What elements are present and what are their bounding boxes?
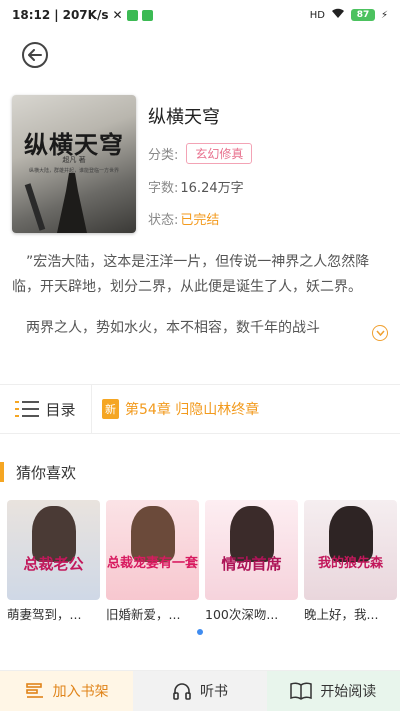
bottom-action-bar: 加入书架 听书 开始阅读 — [0, 670, 400, 711]
wifi-icon — [331, 8, 345, 22]
network-speed: 207K/s — [62, 8, 109, 22]
cover-figure — [32, 506, 76, 562]
recommend-name: 100次深吻... — [205, 607, 279, 622]
words-value: 16.24万字 — [180, 181, 244, 196]
bookshelf-add-icon — [25, 683, 43, 698]
toc-label: 目录 — [45, 400, 76, 419]
signal-icon: HD — [309, 9, 325, 21]
category-tag[interactable]: 玄幻修真 — [186, 143, 253, 164]
words-label: 字数: — [148, 181, 179, 196]
recommend-item[interactable]: 情动首席 100次深吻... — [205, 500, 298, 623]
recommend-cover-title: 总裁宠妻有一套 — [106, 556, 198, 571]
section-accent-bar — [0, 462, 4, 482]
book-description: ”宏浩大陆，这本是汪洋一片，但传说一神界之人忽然降临，开天辟地，划分二界，从此便… — [12, 250, 388, 341]
expand-description-button[interactable] — [372, 325, 388, 341]
cover-sword — [24, 183, 46, 231]
open-book-icon — [290, 682, 313, 700]
new-badge: 新 — [102, 399, 119, 419]
recommend-list: 总裁老公 萌妻驾到，... 总裁宠妻有一套 旧婚新爱，... 情动首席 100次… — [7, 500, 397, 623]
recommend-name: 旧婚新爱，... — [106, 607, 181, 622]
cover-figure — [131, 506, 175, 562]
chapter-row: 目录 新 第54章 归隐山林终章 — [0, 384, 400, 434]
headphones-icon — [173, 683, 191, 700]
start-reading-label: 开始阅读 — [320, 684, 377, 700]
cover-subtitle: 纵横大陆，群雄并起，谁能登临一方世界 — [28, 168, 119, 174]
carousel-indicator — [197, 629, 203, 635]
recommend-cover: 情动首席 — [205, 500, 298, 600]
recommend-cover-title: 情动首席 — [221, 555, 282, 573]
toc-button[interactable]: 目录 — [0, 385, 92, 433]
status-right: HD 87 ⚡ — [310, 8, 388, 22]
listen-label: 听书 — [199, 684, 228, 700]
status-time: 18:12 — [12, 8, 51, 22]
add-to-shelf-button[interactable]: 加入书架 — [0, 671, 134, 711]
book-title: 纵横天穹 — [148, 107, 220, 128]
recommend-item[interactable]: 总裁宠妻有一套 旧婚新爱，... — [106, 500, 199, 623]
recommend-cover-title: 总裁老公 — [23, 555, 84, 573]
latest-chapter[interactable]: 新 第54章 归隐山林终章 — [92, 399, 259, 419]
recommend-name: 萌妻驾到，... — [7, 607, 82, 622]
recommend-cover: 总裁宠妻有一套 — [106, 500, 199, 600]
status-left: 18:12 | 207K/s ✕ — [12, 8, 153, 22]
status-value: 已完结 — [180, 213, 220, 228]
status-label: 状态: — [148, 213, 179, 228]
app-notification-icon-2 — [141, 9, 153, 21]
app-notification-icon — [126, 9, 138, 21]
book-cover[interactable]: 纵横天穹 超凡 著 纵横大陆，群雄并起，谁能登临一方世界 — [12, 95, 136, 233]
category-label: 分类: — [148, 148, 179, 163]
mute-icon: ✕ — [112, 8, 123, 22]
latest-chapter-title: 第54章 归隐山林终章 — [125, 402, 260, 418]
back-arrow-icon — [28, 49, 42, 61]
cover-figure — [230, 506, 274, 562]
recommend-cover: 我的狼先森 — [304, 500, 397, 600]
list-icon — [15, 401, 40, 417]
add-to-shelf-label: 加入书架 — [52, 684, 109, 700]
cover-figure — [57, 173, 87, 233]
charging-icon: ⚡ — [380, 9, 388, 21]
recommend-header: 猜你喜欢 — [0, 461, 76, 483]
listen-button[interactable]: 听书 — [133, 671, 267, 711]
recommend-title: 猜你喜欢 — [16, 463, 77, 482]
recommend-cover-title: 我的狼先森 — [317, 556, 383, 571]
start-reading-button[interactable]: 开始阅读 — [266, 671, 400, 711]
cover-figure — [329, 506, 373, 562]
battery-icon: 87 — [350, 9, 375, 21]
recommend-cover: 总裁老公 — [7, 500, 100, 600]
back-button[interactable] — [22, 42, 48, 68]
recommend-name: 晚上好，我... — [304, 607, 379, 622]
description-para-2: 两界之人，势如水火，本不相容，数千年的战斗 — [26, 320, 320, 336]
status-row: 状态: 已完结 — [148, 209, 219, 228]
description-para-1: ”宏浩大陆，这本是汪洋一片，但传说一神界之人忽然降临，开天辟地，划分二界，从此便… — [12, 254, 370, 295]
recommend-item[interactable]: 总裁老公 萌妻驾到，... — [7, 500, 100, 623]
book-header: 纵横天穹 超凡 著 纵横大陆，群雄并起，谁能登临一方世界 纵横天穹 分类: 玄幻… — [12, 95, 388, 235]
cover-author: 超凡 著 — [62, 156, 86, 164]
words-row: 字数: 16.24万字 — [148, 177, 244, 196]
category-row: 分类: 玄幻修真 — [148, 143, 253, 164]
chevron-down-icon — [375, 330, 385, 336]
status-bar: 18:12 | 207K/s ✕ HD 87 ⚡ — [0, 0, 400, 30]
recommend-item[interactable]: 我的狼先森 晚上好，我... — [304, 500, 397, 623]
